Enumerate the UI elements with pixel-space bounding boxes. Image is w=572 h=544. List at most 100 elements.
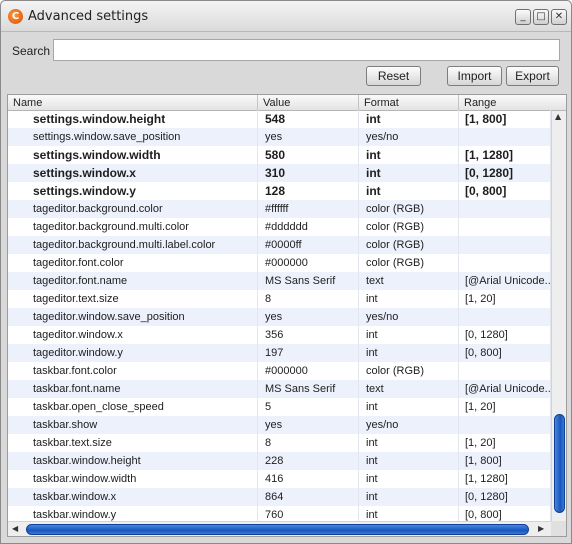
table-row[interactable]: taskbar.show yes yes/no: [8, 416, 551, 434]
minimize-button[interactable]: _: [515, 9, 531, 25]
table-row[interactable]: taskbar.font.color #000000 color (RGB): [8, 362, 551, 380]
setting-name-cell: tageditor.text.size: [8, 290, 258, 308]
setting-value-cell[interactable]: #0000ff: [258, 236, 359, 254]
table-row[interactable]: tageditor.font.name MS Sans Serif text [@Ar…: [8, 272, 551, 290]
table-row[interactable]: settings.window.y 128 int [0, 800]: [8, 182, 551, 200]
setting-range-cell: [@Arial Unicode...: [459, 272, 551, 290]
setting-name-cell: tageditor.window.x: [8, 326, 258, 344]
setting-format-cell: int: [359, 452, 459, 470]
close-button[interactable]: ✕: [551, 9, 567, 25]
table-row[interactable]: settings.window.width 580 int [1, 1280]: [8, 146, 551, 164]
vertical-scrollbar[interactable]: ▲: [551, 111, 566, 521]
scroll-right-arrow-icon[interactable]: ▶: [538, 524, 544, 533]
table-row[interactable]: tageditor.window.y 197 int [0, 800]: [8, 344, 551, 362]
setting-format-cell: int: [359, 344, 459, 362]
setting-format-cell: color (RGB): [359, 236, 459, 254]
setting-name-cell: tageditor.background.multi.color: [8, 218, 258, 236]
table-row[interactable]: taskbar.window.width 416 int [1, 1280]: [8, 470, 551, 488]
column-header-range[interactable]: Range: [459, 95, 566, 111]
setting-range-cell: [459, 362, 551, 380]
setting-range-cell: [0, 1280]: [459, 164, 551, 182]
search-label: Search: [12, 44, 51, 58]
table-row[interactable]: tageditor.background.multi.label.color #0…: [8, 236, 551, 254]
setting-range-cell: [1, 20]: [459, 398, 551, 416]
setting-range-cell: [459, 308, 551, 326]
setting-format-cell: color (RGB): [359, 362, 459, 380]
table-row[interactable]: settings.window.save_position yes yes/no: [8, 128, 551, 146]
setting-format-cell: yes/no: [359, 128, 459, 146]
setting-range-cell: [459, 254, 551, 272]
horizontal-scroll-thumb[interactable]: [26, 524, 529, 535]
scroll-left-arrow-icon[interactable]: ◀: [12, 524, 18, 533]
title-bar[interactable]: C Advanced settings _ □ ✕: [1, 1, 571, 32]
setting-format-cell: int: [359, 434, 459, 452]
setting-value-cell[interactable]: 8: [258, 434, 359, 452]
reset-button[interactable]: Reset: [366, 66, 421, 86]
setting-name-cell: taskbar.window.height: [8, 452, 258, 470]
setting-value-cell[interactable]: 356: [258, 326, 359, 344]
setting-value-cell[interactable]: yes: [258, 416, 359, 434]
setting-value-cell[interactable]: yes: [258, 128, 359, 146]
setting-range-cell: [1, 800]: [459, 110, 551, 128]
setting-value-cell[interactable]: 128: [258, 182, 359, 200]
setting-range-cell: [0, 1280]: [459, 488, 551, 506]
setting-range-cell: [1, 20]: [459, 434, 551, 452]
setting-name-cell: settings.window.x: [8, 164, 258, 182]
setting-value-cell[interactable]: 864: [258, 488, 359, 506]
setting-name-cell: taskbar.font.color: [8, 362, 258, 380]
table-row[interactable]: taskbar.open_close_speed 5 int [1, 20]: [8, 398, 551, 416]
import-button[interactable]: Import: [447, 66, 502, 86]
table-row[interactable]: tageditor.font.color #000000 color (RGB): [8, 254, 551, 272]
table-row[interactable]: settings.window.height 548 int [1, 800]: [8, 110, 551, 128]
setting-format-cell: yes/no: [359, 416, 459, 434]
setting-value-cell[interactable]: 580: [258, 146, 359, 164]
table-row[interactable]: tageditor.window.save_position yes yes/no: [8, 308, 551, 326]
setting-value-cell[interactable]: MS Sans Serif: [258, 272, 359, 290]
setting-value-cell[interactable]: #000000: [258, 362, 359, 380]
setting-value-cell[interactable]: 228: [258, 452, 359, 470]
table-row[interactable]: taskbar.window.x 864 int [0, 1280]: [8, 488, 551, 506]
setting-format-cell: text: [359, 272, 459, 290]
table-row[interactable]: taskbar.window.height 228 int [1, 800]: [8, 452, 551, 470]
setting-value-cell[interactable]: #000000: [258, 254, 359, 272]
setting-value-cell[interactable]: #ffffff: [258, 200, 359, 218]
setting-name-cell: tageditor.background.multi.label.color: [8, 236, 258, 254]
setting-name-cell: taskbar.window.x: [8, 488, 258, 506]
setting-value-cell[interactable]: 197: [258, 344, 359, 362]
setting-value-cell[interactable]: 8: [258, 290, 359, 308]
setting-format-cell: color (RGB): [359, 218, 459, 236]
table-row[interactable]: tageditor.window.x 356 int [0, 1280]: [8, 326, 551, 344]
setting-name-cell: tageditor.font.name: [8, 272, 258, 290]
setting-name-cell: tageditor.window.y: [8, 344, 258, 362]
setting-value-cell[interactable]: 548: [258, 110, 359, 128]
setting-name-cell: settings.window.y: [8, 182, 258, 200]
setting-value-cell[interactable]: #dddddd: [258, 218, 359, 236]
search-input[interactable]: [53, 39, 560, 61]
setting-format-cell: int: [359, 398, 459, 416]
export-button[interactable]: Export: [506, 66, 559, 86]
vertical-scroll-thumb[interactable]: [554, 414, 565, 513]
setting-value-cell[interactable]: 416: [258, 470, 359, 488]
column-header-format[interactable]: Format: [359, 95, 459, 111]
setting-name-cell: taskbar.open_close_speed: [8, 398, 258, 416]
setting-value-cell[interactable]: yes: [258, 308, 359, 326]
scrollbar-corner: [551, 521, 566, 536]
table-row[interactable]: tageditor.background.multi.color #dddddd c…: [8, 218, 551, 236]
setting-value-cell[interactable]: 310: [258, 164, 359, 182]
table-row[interactable]: settings.window.x 310 int [0, 1280]: [8, 164, 551, 182]
setting-name-cell: tageditor.background.color: [8, 200, 258, 218]
scroll-up-arrow-icon[interactable]: ▲: [555, 112, 561, 121]
setting-value-cell[interactable]: MS Sans Serif: [258, 380, 359, 398]
column-header-name[interactable]: Name: [8, 95, 258, 111]
setting-value-cell[interactable]: 5: [258, 398, 359, 416]
table-row[interactable]: tageditor.text.size 8 int [1, 20]: [8, 290, 551, 308]
table-row[interactable]: taskbar.text.size 8 int [1, 20]: [8, 434, 551, 452]
table-row[interactable]: tageditor.background.color #ffffff color (…: [8, 200, 551, 218]
maximize-button[interactable]: □: [533, 9, 549, 25]
setting-range-cell: [@Arial Unicode...: [459, 380, 551, 398]
horizontal-scrollbar[interactable]: ◀ ▶: [8, 521, 551, 536]
setting-name-cell: tageditor.font.color: [8, 254, 258, 272]
setting-name-cell: settings.window.width: [8, 146, 258, 164]
table-row[interactable]: taskbar.font.name MS Sans Serif text [@Aria…: [8, 380, 551, 398]
column-header-value[interactable]: Value: [258, 95, 359, 111]
